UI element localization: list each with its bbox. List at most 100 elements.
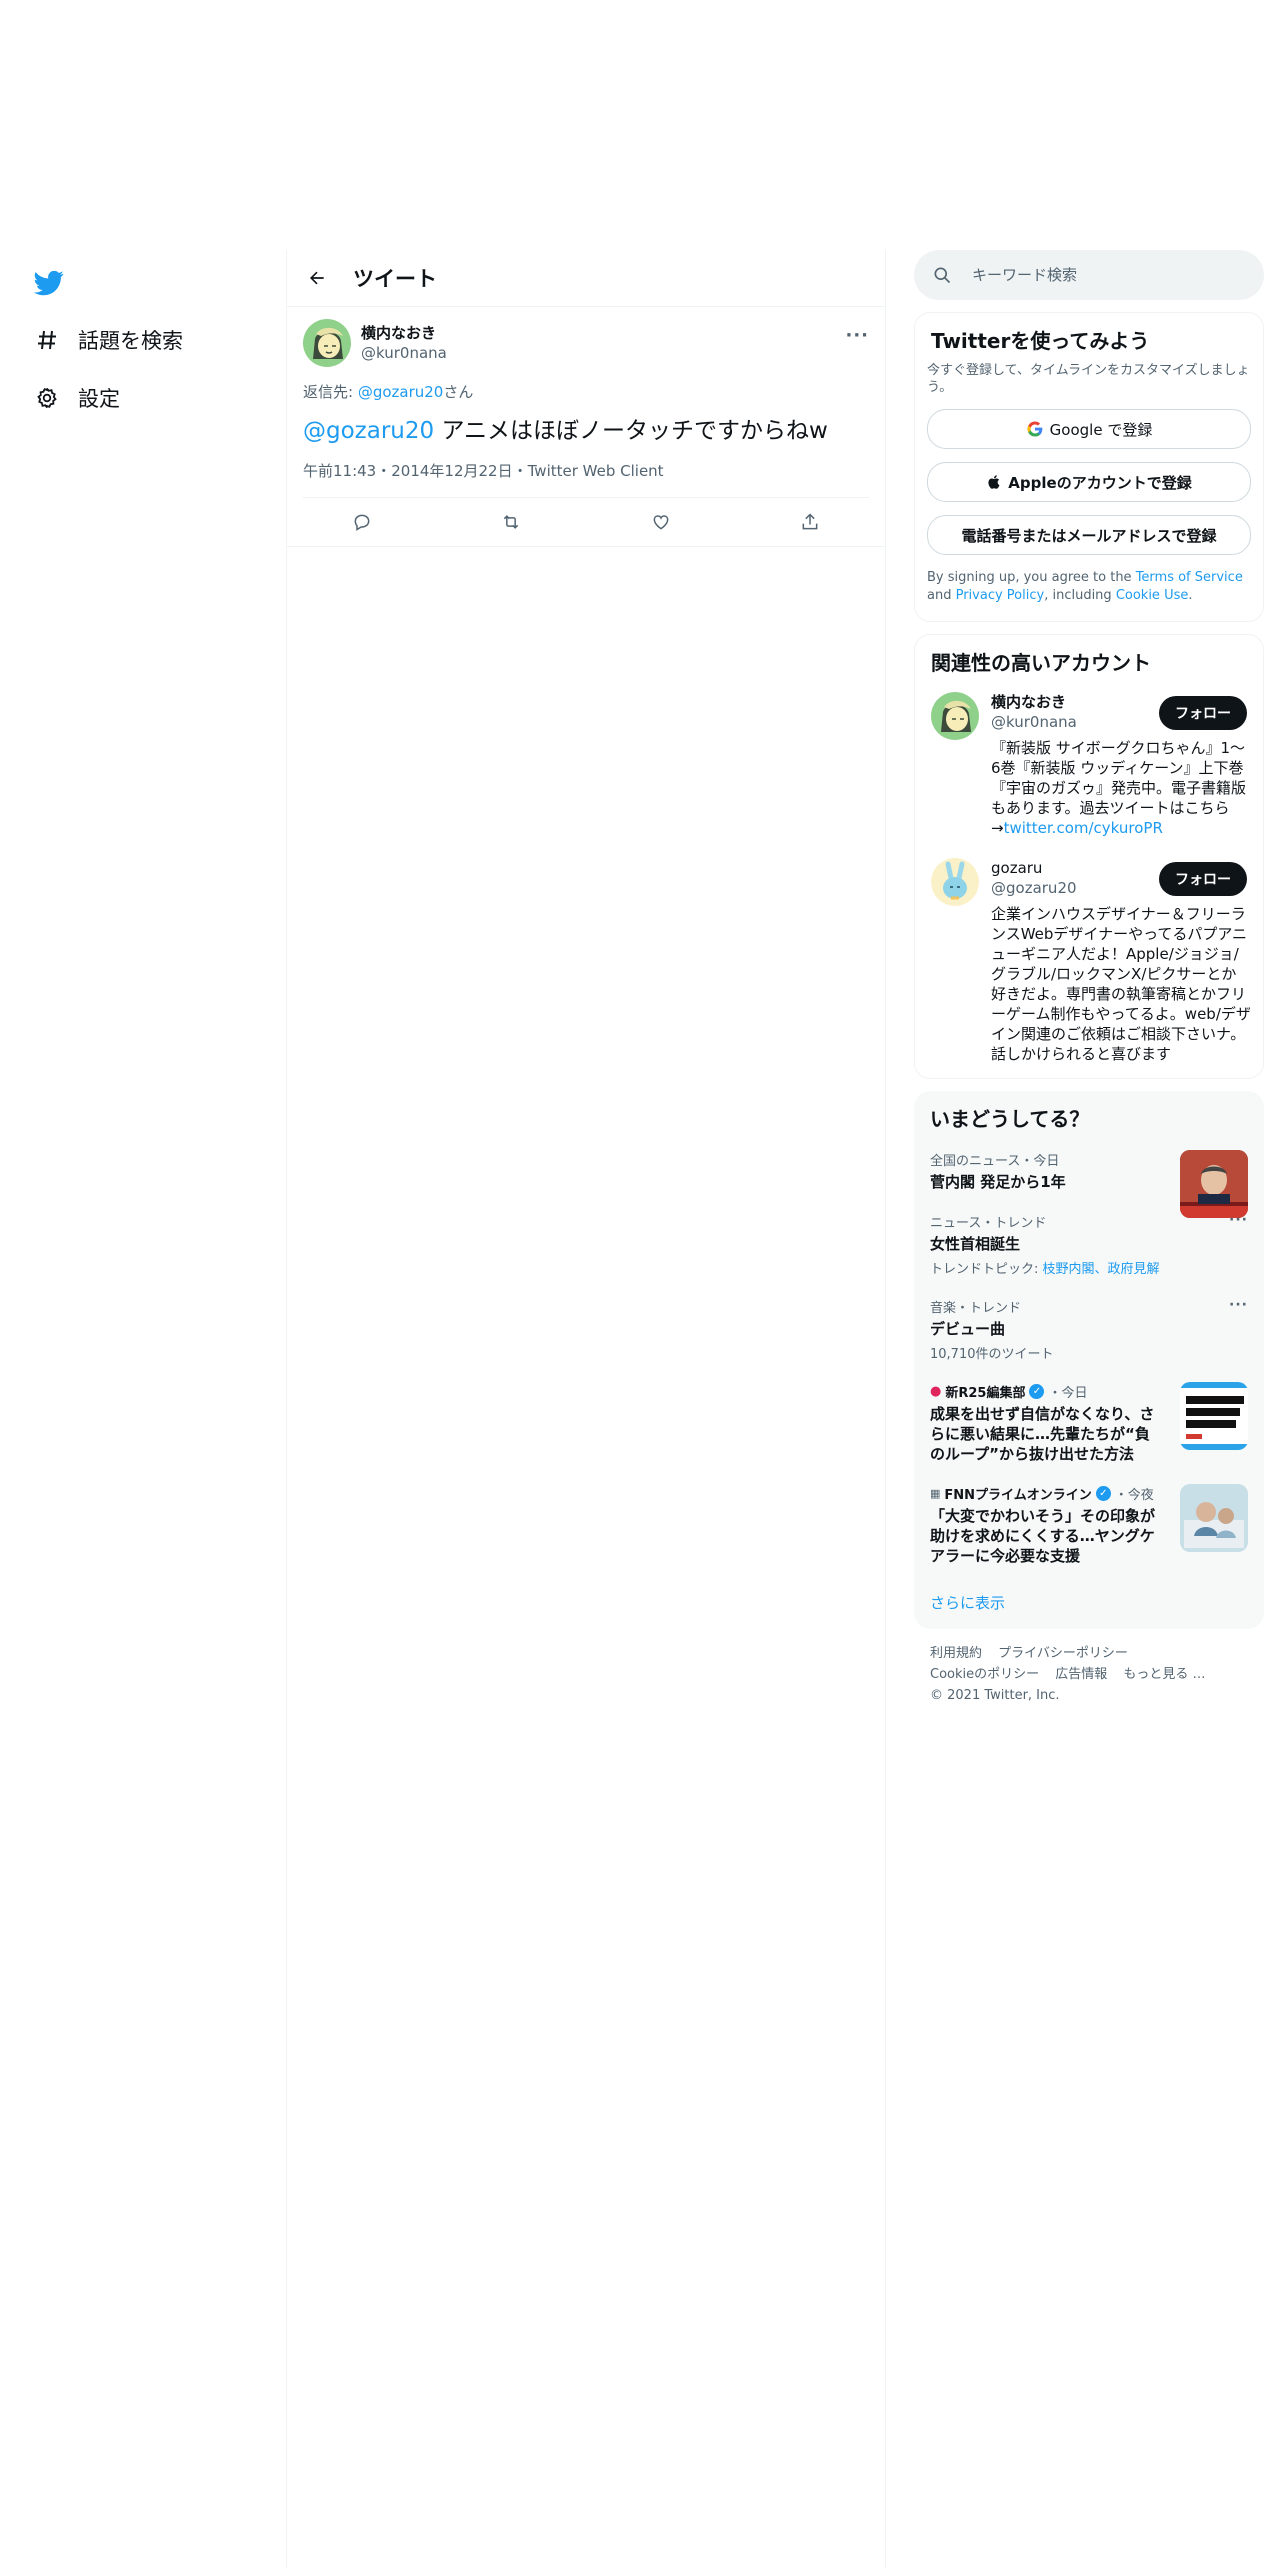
trend-title: 女性首相誕生 (930, 1235, 1021, 1253)
footer-link-more[interactable]: もっと見る … (1123, 1667, 1205, 1682)
author-name[interactable]: 横内なおき (361, 323, 447, 343)
more-options-icon[interactable]: ··· (1229, 1297, 1248, 1313)
apple-signup-button[interactable]: Appleのアカウントで登録 (927, 462, 1251, 502)
phone-email-signup-label: 電話番号またはメールアドレスで登録 (961, 526, 1217, 545)
more-options-icon[interactable]: ··· (845, 325, 869, 346)
footer: 利用規約 プライバシーポリシー Cookieのポリシー 広告情報 もっと見る …… (914, 1629, 1264, 1720)
phone-email-signup-button[interactable]: 電話番号またはメールアドレスで登録 (927, 515, 1251, 555)
tweet-body: アニメはほぼノータッチですからねw (434, 418, 828, 444)
trends-card: いまどうしてる？ 全国のニュース・今日 菅内閣 発足から1年 ニュース・トレンド… (914, 1091, 1264, 1629)
author-handle[interactable]: @kur0nana (361, 343, 447, 363)
reply-to: 返信先: @gozaru20さん (303, 381, 869, 402)
verified-icon: ✓ (1029, 1384, 1045, 1399)
nav-explore-label: 話題を検索 (78, 329, 183, 353)
like-button[interactable] (641, 502, 681, 542)
news-source-icon: ▦ (930, 1487, 941, 1500)
trend-item[interactable]: 全国のニュース・今日 菅内閣 発足から1年 (914, 1140, 1264, 1218)
account-bio: 『新装版 サイボーグクロちゃん』1～6巻『新装版 ウッディケーン』上下巻『宇宙の… (991, 738, 1251, 838)
meta-separator: ・ (376, 462, 392, 480)
terms-link[interactable]: Terms of Service (1136, 570, 1243, 585)
retweet-icon (504, 515, 519, 529)
legal-text: , including (1044, 588, 1116, 603)
trend-topic-prefix: トレンドトピック: (930, 1262, 1043, 1277)
news-item[interactable]: ▦ FNNプライムオンライン ✓ ・今夜 「大変でかわいそう」その印象が助けを求… (914, 1474, 1264, 1576)
trend-title: 菅内閣 発足から1年 (930, 1173, 1066, 1191)
main-header: ツイート (287, 250, 885, 307)
google-icon (1027, 421, 1043, 437)
account-item[interactable]: 横内なおき @kur0nana 『新装版 サイボーグクロちゃん』1～6巻『新装版… (931, 692, 1247, 838)
reply-button[interactable] (342, 502, 382, 542)
news-item[interactable]: ● 新R25編集部 ✓ ・今日 成果を出せず自信がなくなり、さらに悪い結果に…先… (914, 1372, 1264, 1474)
news-thumbnail (1180, 1484, 1248, 1552)
follow-button[interactable]: フォロー (1159, 862, 1247, 896)
footer-link-privacy[interactable]: プライバシーポリシー (998, 1646, 1128, 1661)
trends-title: いまどうしてる？ (930, 1107, 1090, 1131)
legal-text: . (1188, 588, 1193, 603)
cookie-link[interactable]: Cookie Use (1116, 588, 1189, 603)
trend-item[interactable]: 音楽・トレンド デビュー曲 10,710件のツイート ··· (914, 1287, 1264, 1372)
trend-context: ニュース・トレンド (930, 1216, 1047, 1231)
trend-topic-links[interactable]: 枝野内閣、政府見解 (1043, 1262, 1160, 1277)
tweet-actions (287, 498, 885, 547)
right-sidebar: Twitterを使ってみよう 今すぐ登録して、タイムラインをカスタマイズしましょ… (914, 250, 1264, 1720)
legal-text: and (927, 588, 956, 603)
show-more-link[interactable]: さらに表示 (914, 1576, 1264, 1629)
related-accounts-card: 関連性の高いアカウント 横内なおき @kur0nana 『新装版 サイボーグクロ… (914, 634, 1264, 1079)
avatar[interactable] (931, 858, 979, 906)
meta-separator: ・ (512, 462, 528, 480)
tweet: 横内なおき @kur0nana ··· 返信先: @gozaru20さん @go… (287, 307, 885, 547)
nav-settings-label: 設定 (78, 387, 120, 411)
share-icon (802, 513, 818, 530)
tweet-mention-link[interactable]: @gozaru20 (303, 418, 434, 444)
share-button[interactable] (790, 502, 830, 542)
retweet-button[interactable] (491, 502, 531, 542)
account-bio-link[interactable]: twitter.com/cykuroPR (1004, 819, 1163, 837)
page-title: ツイート (353, 267, 437, 291)
footer-link-cookie[interactable]: Cookieのポリシー (930, 1667, 1039, 1682)
arrow-left-icon (310, 271, 324, 285)
signup-card: Twitterを使ってみよう 今すぐ登録して、タイムラインをカスタマイズしましょ… (914, 312, 1264, 622)
google-signup-button[interactable]: Google で登録 (927, 409, 1251, 449)
trend-context: 音楽・トレンド (930, 1301, 1022, 1316)
privacy-link[interactable]: Privacy Policy (956, 588, 1045, 603)
verified-icon: ✓ (1095, 1486, 1111, 1501)
tweet-text: @gozaru20 アニメはほぼノータッチですからねw (303, 416, 869, 446)
google-signup-label: Google で登録 (1049, 420, 1153, 439)
related-accounts-title: 関連性の高いアカウント (931, 651, 1151, 675)
search-box[interactable] (914, 250, 1264, 300)
follow-button[interactable]: フォロー (1159, 696, 1247, 730)
news-title: 「大変でかわいそう」その印象が助けを求めにくくする…ヤングケアラーに今必要な支援 (930, 1507, 1156, 1565)
search-input[interactable] (970, 265, 1234, 285)
trend-item[interactable]: ニュース・トレンド 女性首相誕生 トレンドトピック: 枝野内閣、政府見解 ··· (914, 1202, 1264, 1287)
more-options-icon[interactable]: ··· (1229, 1212, 1248, 1228)
hashtag-icon (30, 323, 64, 357)
reply-to-link[interactable]: @gozaru20 (358, 383, 444, 401)
reply-to-prefix: 返信先: (303, 383, 358, 401)
news-title: 成果を出せず自信がなくなり、さらに悪い結果に…先輩たちが“負のループ”から抜け出… (930, 1405, 1155, 1463)
reply-to-suffix: さん (443, 383, 474, 401)
tweet-meta: 午前11:43・2014年12月22日・Twitter Web Client (303, 460, 869, 498)
twitter-logo-icon[interactable] (32, 268, 66, 298)
signup-subtitle: 今すぐ登録して、タイムラインをカスタマイズしましょう。 (927, 363, 1250, 395)
footer-link-ads[interactable]: 広告情報 (1055, 1667, 1107, 1682)
author-avatar[interactable] (303, 319, 351, 367)
avatar[interactable] (931, 692, 979, 740)
tweet-time[interactable]: 午前11:43 (303, 462, 376, 480)
news-source-name: 新R25編集部 (945, 1386, 1026, 1401)
main-column: ツイート 横内なおき @kur0nana ··· 返信先: @gozaru20さ… (286, 250, 886, 2568)
footer-link-terms[interactable]: 利用規約 (930, 1646, 982, 1661)
back-button[interactable] (299, 260, 335, 296)
news-source-name: FNNプライムオンライン (944, 1488, 1092, 1503)
nav-explore[interactable]: 話題を検索 (30, 316, 183, 364)
account-bio: 企業インハウスデザイナー＆フリーランスWebデザイナーやってるパプアニューギニア… (991, 905, 1251, 1063)
trend-title: デビュー曲 (930, 1320, 1006, 1338)
nav-settings[interactable]: 設定 (30, 374, 120, 422)
tweet-source[interactable]: Twitter Web Client (528, 462, 664, 480)
apple-icon (988, 475, 1000, 489)
tweet-date[interactable]: 2014年12月22日 (391, 462, 512, 480)
news-thumbnail (1180, 1382, 1248, 1450)
trend-tweet-count: 10,710件のツイート (930, 1347, 1054, 1362)
account-item[interactable]: gozaru @gozaru20 企業インハウスデザイナー＆フリーランスWebデ… (931, 858, 1251, 1064)
news-time: ・今夜 (1114, 1488, 1154, 1503)
trend-subtitle: トレンドトピック: 枝野内閣、政府見解 (930, 1258, 1248, 1277)
